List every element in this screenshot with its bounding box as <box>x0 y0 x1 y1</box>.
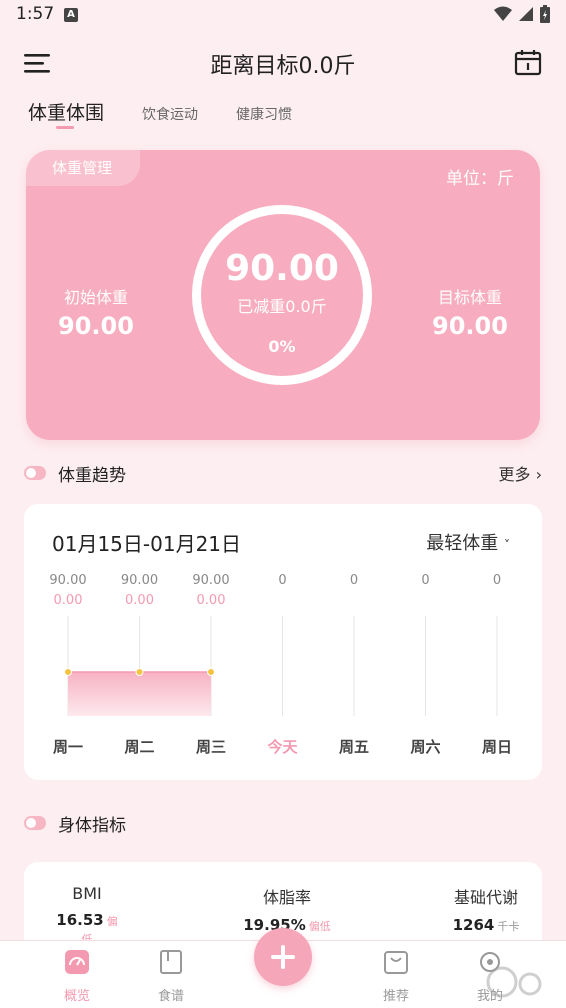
nav-recommend[interactable]: 推荐 <box>366 949 426 1004</box>
recipe-icon <box>160 950 182 974</box>
day-label: 周六 <box>410 738 440 756</box>
lost-weight-text: 已减重0.0斤 <box>237 297 327 316</box>
day-label: 今天 <box>266 738 298 756</box>
toggle-dot-icon <box>24 816 46 830</box>
app-header: 距离目标0.0斤 <box>0 40 566 86</box>
tab-diet-exercise[interactable]: 饮食运动 <box>142 98 198 124</box>
target-weight: 目标体重 90.00 <box>400 284 540 340</box>
weight-card[interactable]: 体重管理 单位：斤 初始体重 90.00 90.00 已减重0.0斤 0% 目标… <box>26 150 540 440</box>
mode-label: 最轻体重 <box>426 533 499 554</box>
trend-point <box>207 668 215 676</box>
bmi-indicator[interactable]: BMI 16.53偏低 <box>52 884 122 947</box>
weight-label: 0 <box>278 573 286 588</box>
trend-title: 体重趋势 <box>58 466 126 486</box>
indicators-section-header: 身体指标 <box>24 810 542 838</box>
change-label: 0.00 <box>54 593 83 608</box>
toggle-dot-icon <box>24 466 46 480</box>
day-label: 周五 <box>339 738 369 756</box>
bmr-value: 1264 千卡 <box>452 916 520 934</box>
start-weight: 初始体重 90.00 <box>26 284 166 340</box>
body-fat-label: 体脂率 <box>262 888 311 907</box>
tab-weight[interactable]: 体重体围 <box>28 98 104 129</box>
progress-ring: 90.00 已减重0.0斤 0% <box>192 205 372 385</box>
more-link[interactable]: 更多 › <box>498 461 542 485</box>
start-weight-label: 初始体重 <box>63 288 128 307</box>
target-weight-label: 目标体重 <box>437 288 502 307</box>
trend-section-header: 体重趋势 更多 › <box>24 460 542 488</box>
calendar-icon[interactable] <box>514 48 542 76</box>
notification-icon: A <box>64 8 78 22</box>
chevron-right-icon: › <box>535 465 542 484</box>
battery-icon <box>540 5 550 23</box>
trend-point <box>64 668 72 676</box>
day-label: 周一 <box>53 738 83 756</box>
page-title: 距离目标0.0斤 <box>210 54 356 79</box>
status-time: 1:57 <box>16 4 55 24</box>
day-label: 周三 <box>196 738 226 756</box>
weight-label: 0 <box>493 573 501 588</box>
status-icons <box>494 5 550 23</box>
bmi-label: BMI <box>72 884 102 903</box>
weight-label: 0 <box>350 573 358 588</box>
trend-point <box>135 668 144 676</box>
weight-label: 90.00 <box>121 573 158 588</box>
weight-label: 90.00 <box>192 573 229 588</box>
change-label: 0.00 <box>197 593 226 608</box>
change-label: 0.00 <box>125 593 154 608</box>
tab-bar: 体重体围 饮食运动 健康习惯 <box>28 98 330 138</box>
indicators-title: 身体指标 <box>58 816 126 836</box>
add-record-button[interactable] <box>254 928 312 986</box>
date-range[interactable]: 01月15日-01月21日 <box>52 528 241 557</box>
bmr-label: 基础代谢 <box>453 888 518 907</box>
bmr-indicator[interactable]: 基础代谢 1264 千卡 <box>444 884 528 934</box>
recommend-icon <box>384 951 408 974</box>
weight-label: 90.00 <box>49 573 86 588</box>
trend-card: 01月15日-01月21日 最轻体重 ˅ 90.00 0.00 周一 90.00 0.0… <box>24 504 542 780</box>
weight-label: 0 <box>421 573 429 588</box>
trend-chart: 90.00 0.00 周一 90.00 0.00 周二 90.00 0.00 周三 0 今天 0 周五 0… <box>49 573 512 756</box>
nav-overview-label: 概览 <box>63 989 90 1004</box>
status-bar: 1:57 A <box>0 0 566 30</box>
progress-percent: 0% <box>268 337 296 356</box>
nav-recipe-label: 食谱 <box>157 989 184 1004</box>
day-label: 周二 <box>124 738 154 756</box>
card-tag: 体重管理 <box>26 150 140 186</box>
body-fat-indicator[interactable]: 体脂率 19.95% 偏低 <box>242 884 332 934</box>
current-weight-value: 90.00 <box>225 248 339 289</box>
day-label: 周日 <box>482 738 512 756</box>
mode-select[interactable]: 最轻体重 ˅ <box>426 529 510 555</box>
chevron-down-icon: ˅ <box>504 538 510 552</box>
nav-overview[interactable]: 概览 <box>47 949 107 1004</box>
nav-recommend-label: 推荐 <box>382 989 409 1004</box>
tab-habits[interactable]: 健康习惯 <box>236 98 292 124</box>
nav-recipe[interactable]: 食谱 <box>141 949 201 1004</box>
trend-area <box>68 672 211 716</box>
wifi-icon <box>494 6 512 21</box>
more-label: 更多 <box>498 465 531 484</box>
overview-icon <box>65 950 89 974</box>
target-weight-value: 90.00 <box>432 312 508 340</box>
watermark-logo <box>486 966 542 998</box>
start-weight-value: 90.00 <box>58 312 134 340</box>
signal-icon <box>519 7 533 21</box>
unit-label[interactable]: 单位：斤 <box>446 164 514 189</box>
